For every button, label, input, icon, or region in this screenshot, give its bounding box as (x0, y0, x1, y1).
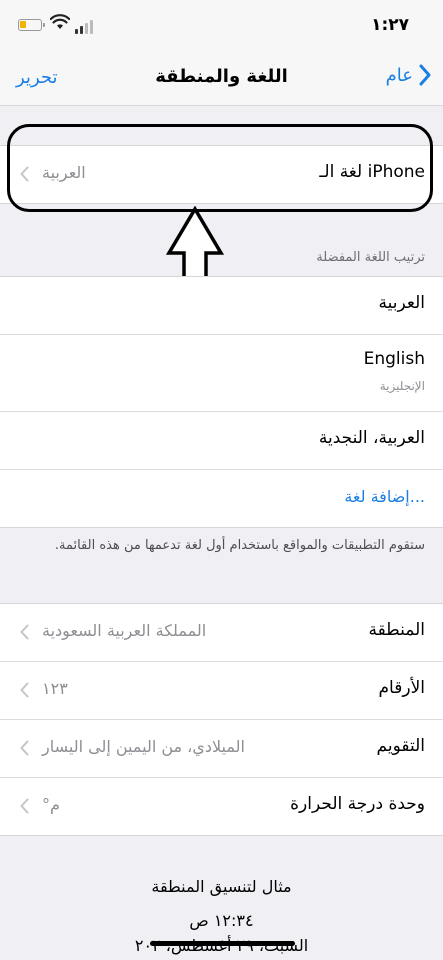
preferred-language-list: العربية English الإنجليزية العربية، النج… (0, 276, 443, 528)
add-language-link[interactable]: إضافة لغة... (344, 487, 425, 506)
numbers-row[interactable]: الأرقام ١٢٣ (0, 662, 443, 720)
language-label: العربية، النجدية (318, 428, 425, 448)
calendar-row[interactable]: التقويم الميلادي، من اليمين إلى اليسار (0, 720, 443, 778)
region-row[interactable]: المنطقة المملكة العربية السعودية (0, 604, 443, 662)
chevron-left-icon (20, 798, 29, 814)
language-label: العربية (378, 293, 425, 313)
status-time: ١:٢٧ (371, 15, 409, 35)
annotation-highlight-box (7, 124, 433, 212)
battery-icon (18, 19, 45, 31)
add-language-row[interactable]: إضافة لغة... (0, 470, 443, 527)
wifi-icon (50, 14, 70, 29)
home-indicator[interactable] (150, 941, 295, 946)
language-footnote: ستقوم التطبيقات والمواقع باستخدام أول لغ… (54, 538, 425, 553)
status-bar: ١:٢٧ (0, 0, 443, 50)
region-format-example-title: مثال لتنسيق المنطقة (151, 877, 292, 896)
calendar-value: الميلادي، من اليمين إلى اليسار (42, 737, 245, 756)
numbers-label: الأرقام (378, 678, 425, 698)
temperature-unit-row[interactable]: وحدة درجة الحرارة °م (0, 778, 443, 835)
region-value: المملكة العربية السعودية (42, 621, 207, 640)
navigation-bar: تحرير اللغة والمنطقة عام (0, 50, 443, 106)
language-row-arabic[interactable]: العربية (0, 277, 443, 335)
numbers-value: ١٢٣ (42, 679, 68, 698)
region-label: المنطقة (368, 620, 425, 640)
language-label: English (363, 349, 425, 369)
chevron-left-icon (20, 624, 29, 640)
page-title: اللغة والمنطقة (155, 66, 288, 87)
cellular-signal-icon (75, 18, 97, 34)
chevron-left-icon (20, 740, 29, 756)
language-sublabel: الإنجليزية (379, 379, 425, 393)
temperature-unit-value: °م (42, 795, 60, 814)
region-settings-group: المنطقة المملكة العربية السعودية الأرقام… (0, 603, 443, 836)
language-row-najdi[interactable]: العربية، النجدية (0, 412, 443, 470)
region-format-example-time: ١٢:٣٤ ص (189, 911, 254, 930)
preferred-language-header: ترتيب اللغة المفضلة (316, 250, 425, 265)
calendar-label: التقويم (376, 736, 425, 756)
language-row-english[interactable]: English الإنجليزية (0, 335, 443, 412)
temperature-unit-label: وحدة درجة الحرارة (290, 794, 425, 814)
back-label: عام (385, 64, 413, 86)
chevron-left-icon (20, 682, 29, 698)
chevron-right-icon (419, 64, 431, 86)
back-button[interactable]: عام (386, 64, 431, 86)
